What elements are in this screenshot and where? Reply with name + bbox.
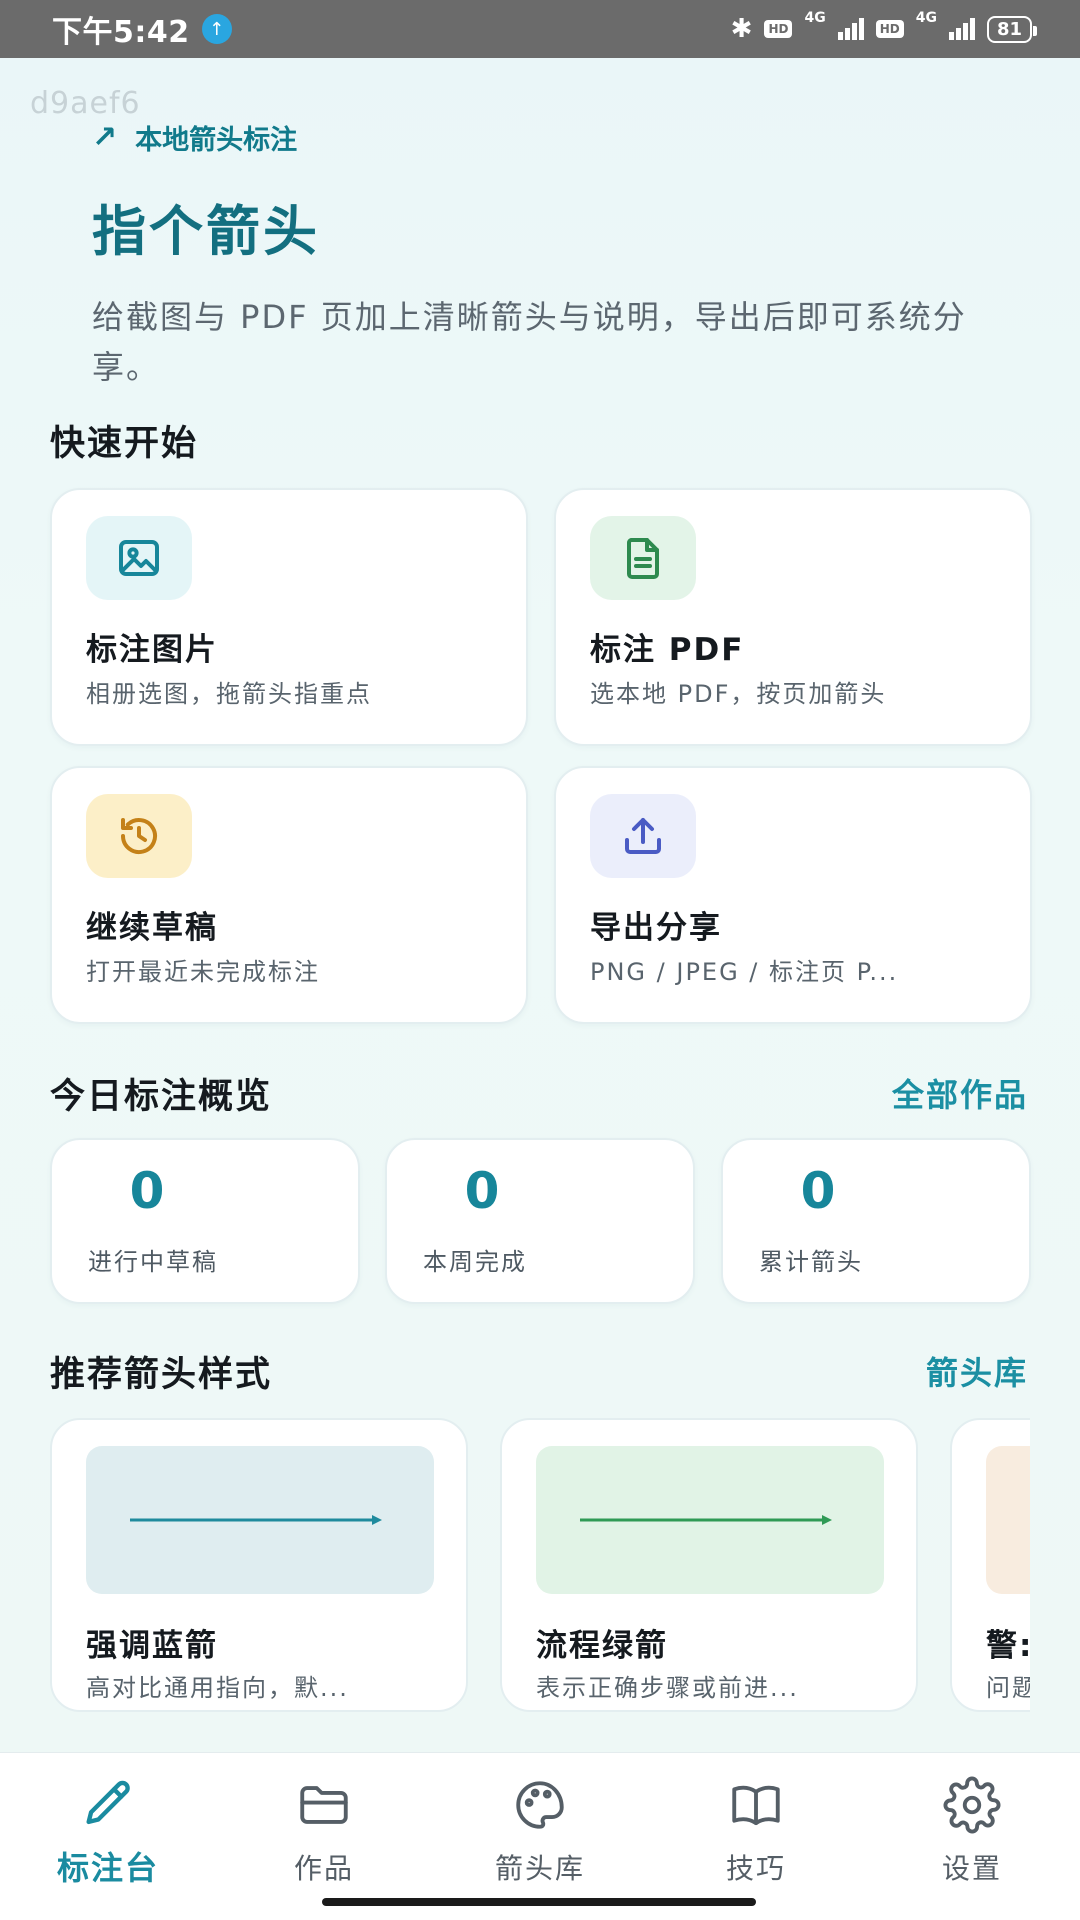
upload-icon xyxy=(590,794,696,878)
book-icon xyxy=(676,1773,836,1837)
export-share-card[interactable]: 导出分享 PNG / JPEG / 标注页 P... xyxy=(554,766,1032,1024)
pencil-icon xyxy=(28,1773,188,1837)
annotate-pdf-card[interactable]: 标注 PDF 选本地 PDF，按页加箭头 xyxy=(554,488,1032,746)
style-description: 高对比通用指向，默... xyxy=(86,1674,349,1702)
style-card-blue[interactable]: 强调蓝箭 高对比通用指向，默... xyxy=(50,1418,468,1712)
quick-start-title: 快速开始 xyxy=(50,424,199,464)
bluetooth-icon: ✱ xyxy=(730,14,753,44)
stat-value: 0 xyxy=(129,1162,165,1220)
style-card-green[interactable]: 流程绿箭 表示正确步骤或前进... xyxy=(500,1418,918,1712)
hero-tag: ↗ 本地箭头标注 xyxy=(92,118,1012,157)
card-subtitle: PNG / JPEG / 标注页 P... xyxy=(590,958,899,986)
style-card-warning[interactable]: 警: 问题 xyxy=(950,1418,1030,1712)
status-bar: 下午5:42 ↑ ✱ HD 4G HD 4G 81 xyxy=(0,0,1080,58)
stat-label: 累计箭头 xyxy=(759,1248,863,1276)
style-description: 表示正确步骤或前进... xyxy=(536,1674,799,1702)
tab-annotate[interactable]: 标注台 xyxy=(28,1773,188,1889)
hero-description: 给截图与 PDF 页加上清晰箭头与说明，导出后即可系统分享。 xyxy=(92,298,967,386)
card-subtitle: 选本地 PDF，按页加箭头 xyxy=(590,680,887,708)
arrow-up-right-icon: ↗ xyxy=(92,120,118,155)
arrow-library-link[interactable]: 箭头库 xyxy=(926,1348,1028,1394)
blue-arrow-icon xyxy=(130,1515,382,1525)
stat-card-weekly: 0 本周完成 xyxy=(385,1138,695,1304)
status-bar-left: 下午5:42 ↑ xyxy=(52,7,232,51)
tab-settings[interactable]: 设置 xyxy=(892,1773,1052,1887)
history-icon xyxy=(86,794,192,878)
watermark: d9aef6 xyxy=(30,86,141,121)
tab-label: 标注台 xyxy=(56,1849,159,1887)
folder-icon xyxy=(244,1773,404,1837)
card-title: 标注图片 xyxy=(86,632,218,668)
tab-tips[interactable]: 技巧 xyxy=(676,1773,836,1887)
stat-value: 0 xyxy=(800,1162,836,1220)
stat-label: 进行中草稿 xyxy=(88,1248,218,1276)
card-subtitle: 打开最近未完成标注 xyxy=(86,958,320,986)
style-preview xyxy=(986,1446,1030,1594)
hero-section: ↗ 本地箭头标注 指个箭头 给截图与 PDF 页加上清晰箭头与说明，导出后即可系… xyxy=(92,118,1012,392)
gear-icon xyxy=(892,1773,1052,1837)
status-time: 下午5:42 xyxy=(52,15,190,50)
style-name: 流程绿箭 xyxy=(536,1628,668,1664)
tab-works[interactable]: 作品 xyxy=(244,1773,404,1887)
card-title: 导出分享 xyxy=(590,910,722,946)
style-carousel[interactable]: 强调蓝箭 高对比通用指向，默... 流程绿箭 表示正确步骤或前进... 警: 问… xyxy=(50,1418,1030,1714)
style-name: 警: xyxy=(986,1628,1030,1664)
hero-tag-label: 本地箭头标注 xyxy=(135,125,298,156)
all-works-link[interactable]: 全部作品 xyxy=(892,1070,1028,1116)
tab-arrow-library[interactable]: 箭头库 xyxy=(460,1773,620,1887)
signal-icon xyxy=(948,18,975,40)
card-title: 标注 PDF xyxy=(590,632,745,668)
home-indicator[interactable] xyxy=(322,1898,756,1906)
stat-label: 本周完成 xyxy=(423,1248,527,1276)
tab-label: 技巧 xyxy=(725,1852,786,1885)
card-title: 继续草稿 xyxy=(86,910,218,946)
document-icon xyxy=(590,516,696,600)
battery-icon: 81 xyxy=(986,15,1038,43)
stat-card-total-arrows: 0 累计箭头 xyxy=(721,1138,1031,1304)
status-bar-right: ✱ HD 4G HD 4G 81 xyxy=(730,10,1038,44)
stat-card-drafts: 0 进行中草稿 xyxy=(50,1138,360,1304)
style-preview xyxy=(86,1446,434,1594)
sim2-network-label: 4G xyxy=(915,10,937,26)
card-subtitle: 相册选图，拖箭头指重点 xyxy=(86,680,372,708)
sim1-hd-badge: HD xyxy=(764,20,793,38)
style-description: 问题 xyxy=(986,1674,1030,1702)
page-title: 指个箭头 xyxy=(92,200,320,263)
green-arrow-icon xyxy=(580,1515,832,1525)
continue-draft-card[interactable]: 继续草稿 打开最近未完成标注 xyxy=(50,766,528,1024)
tab-label: 设置 xyxy=(941,1852,1002,1885)
style-name: 强调蓝箭 xyxy=(86,1628,218,1664)
palette-icon xyxy=(460,1773,620,1837)
sim2-hd-badge: HD xyxy=(875,20,904,38)
bottom-tab-bar: 标注台 作品 箭头库 技巧 设置 xyxy=(0,1752,1080,1920)
tab-label: 作品 xyxy=(293,1852,354,1885)
annotate-image-card[interactable]: 标注图片 相册选图，拖箭头指重点 xyxy=(50,488,528,746)
styles-title: 推荐箭头样式 xyxy=(50,1355,273,1395)
stat-value: 0 xyxy=(464,1162,500,1220)
image-icon xyxy=(86,516,192,600)
up-arrow-badge-icon: ↑ xyxy=(201,14,232,44)
sim1-network-label: 4G xyxy=(804,10,826,26)
tab-label: 箭头库 xyxy=(494,1852,585,1885)
orange-arrow-icon xyxy=(986,1446,1030,1594)
style-preview xyxy=(536,1446,884,1594)
signal-icon xyxy=(837,18,864,40)
overview-title: 今日标注概览 xyxy=(50,1077,273,1117)
